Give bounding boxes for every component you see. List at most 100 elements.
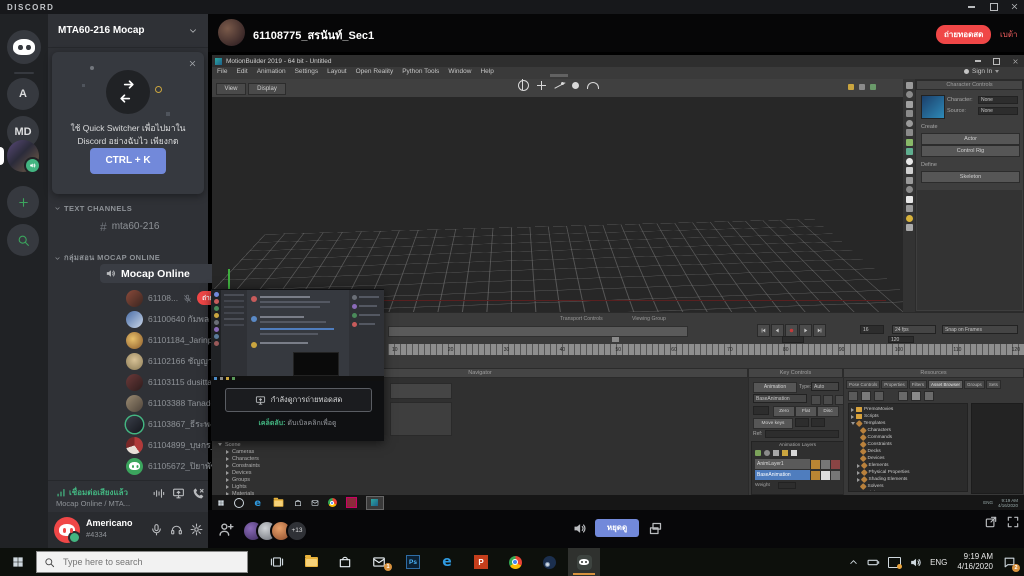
snap-dropdown[interactable]: Snap on Frames <box>942 325 1018 334</box>
home-button[interactable] <box>7 30 41 64</box>
zero-button[interactable]: Zero <box>773 406 795 417</box>
character-controls-header[interactable]: Character Controls <box>916 80 1023 90</box>
tab-pose-controls[interactable]: Pose Controls <box>846 380 880 389</box>
source-value[interactable]: None <box>978 107 1018 115</box>
mail-button[interactable]: 1 <box>364 552 394 572</box>
tab-asset-browser[interactable]: Asset Browser <box>928 380 963 389</box>
goto-start-button[interactable] <box>757 324 770 337</box>
start-button[interactable] <box>6 553 30 571</box>
language-indicator[interactable]: ENG <box>930 558 947 567</box>
range-start-field[interactable] <box>782 336 804 343</box>
add-server-button[interactable] <box>7 186 39 218</box>
voice-channel-path[interactable]: Mocap Online / MTA... <box>56 499 130 508</box>
curve-tool-icon[interactable] <box>587 82 599 89</box>
invite-to-watch-icon[interactable] <box>218 521 235 538</box>
disconnect-call-icon[interactable] <box>192 487 205 500</box>
steam-button[interactable] <box>534 552 564 572</box>
weight-field[interactable] <box>778 482 796 489</box>
taskbar-search-box[interactable] <box>36 551 248 573</box>
rotate-tool-icon[interactable] <box>518 80 529 91</box>
clock[interactable]: 9:19 AM 4/16/2020 <box>957 552 993 572</box>
stream-volume-icon[interactable] <box>572 521 587 536</box>
timeline-marker[interactable] <box>612 337 619 342</box>
line-tool-icon[interactable] <box>554 81 564 90</box>
edge-button[interactable] <box>432 552 462 572</box>
mb-maximize-button[interactable] <box>993 58 1000 65</box>
headphones-icon[interactable] <box>170 523 183 536</box>
menu-settings[interactable]: Settings <box>295 68 319 75</box>
tab-sets[interactable]: Sets <box>986 380 1001 389</box>
display-dropdown[interactable]: Display <box>248 83 286 95</box>
server-icon-active[interactable] <box>7 140 39 172</box>
window-minimize-button[interactable] <box>968 6 975 8</box>
popout-icon[interactable] <box>984 515 998 529</box>
volume-icon[interactable] <box>909 556 922 569</box>
screen-share-icon[interactable] <box>172 487 185 500</box>
key-count-field[interactable] <box>753 406 769 415</box>
mb-minimize-button[interactable] <box>975 60 981 62</box>
search-input[interactable] <box>61 556 235 568</box>
animation-button[interactable]: Animation <box>753 382 797 393</box>
layers-toolbar[interactable] <box>755 450 797 456</box>
base-animation-dropdown[interactable]: BaseAnimation <box>753 394 807 403</box>
stop-watching-button[interactable]: หยุดดู <box>595 519 639 537</box>
server-header[interactable]: MTA60-216 Mocap <box>48 14 208 48</box>
close-icon[interactable] <box>188 59 197 68</box>
goto-end-button[interactable] <box>813 324 826 337</box>
anim-layer-row[interactable]: AnimLayer1 <box>755 459 840 469</box>
menu-python-tools[interactable]: Python Tools <box>402 68 439 75</box>
menu-edit[interactable]: Edit <box>236 68 247 75</box>
settings-gear-icon[interactable] <box>190 523 203 536</box>
tab-groups[interactable]: Groups <box>964 380 985 389</box>
mb-close-button[interactable] <box>1012 58 1019 65</box>
stream-preview-overlay[interactable]: กำลังดูการถ่ายทอดสด เคล็ดลับ: ดับเบิลคลิ… <box>211 289 384 441</box>
mb-signin[interactable]: Sign In <box>964 68 999 75</box>
stream-windows-icon[interactable] <box>648 521 663 536</box>
flat-button[interactable]: Flat <box>795 406 817 417</box>
mic-icon[interactable] <box>150 523 163 536</box>
translate-tool-icon[interactable] <box>537 81 546 90</box>
view-dropdown[interactable]: View <box>216 83 246 95</box>
asset-tree[interactable]: PremoMovies Scripts Templates Characters… <box>848 403 968 492</box>
ref-field[interactable] <box>765 430 839 438</box>
chrome-button[interactable] <box>500 552 530 572</box>
tray-chevron-up-icon[interactable] <box>848 557 859 568</box>
explore-servers-button[interactable] <box>7 224 39 256</box>
transform-tools[interactable] <box>518 80 599 91</box>
move-keys-button[interactable]: Move keys <box>753 418 793 429</box>
discord-taskbar-button[interactable] <box>568 548 600 576</box>
key-nav-icons[interactable] <box>811 395 845 405</box>
base-animation-row-selected[interactable]: BaseAnimation <box>755 470 840 480</box>
menu-animation[interactable]: Animation <box>257 68 286 75</box>
user-avatar[interactable] <box>54 517 80 543</box>
action-center-button[interactable]: 2 <box>1003 556 1016 569</box>
menu-help[interactable]: Help <box>480 68 493 75</box>
window-maximize-button[interactable] <box>990 3 998 11</box>
file-explorer-button[interactable] <box>296 552 326 572</box>
disc-button[interactable]: Disc <box>817 406 839 417</box>
viewer-count-badge[interactable]: +13 <box>286 520 308 542</box>
tab-properties[interactable]: Properties <box>881 380 908 389</box>
navigator-tree[interactable]: Scene Cameras Characters Constraints Dev… <box>218 441 260 497</box>
timeline-ruler[interactable]: 1020 3040 5060 7080 90100 110120 <box>388 344 1024 355</box>
ctrl-k-shortcut-button[interactable]: CTRL + K <box>90 148 166 174</box>
control-rig-button[interactable]: Control Rig <box>921 145 1020 157</box>
task-view-button[interactable] <box>262 552 292 572</box>
actor-button[interactable]: Actor <box>921 133 1020 145</box>
server-icon-a[interactable]: A <box>7 78 39 110</box>
menu-open-reality[interactable]: Open Reality <box>356 68 394 75</box>
voice-category[interactable]: กลุ่มสอน MOCAP ONLINE <box>54 252 160 264</box>
store-button[interactable] <box>330 552 360 572</box>
point-tool-icon[interactable] <box>572 82 579 89</box>
key-opt-a[interactable] <box>795 418 809 427</box>
fullscreen-icon[interactable] <box>1006 515 1020 529</box>
powerpoint-button[interactable]: P <box>466 552 496 572</box>
menu-layout[interactable]: Layout <box>327 68 347 75</box>
key-controls-header[interactable]: Key Controls <box>748 368 843 378</box>
photoshop-button[interactable]: Ps <box>398 552 428 572</box>
streamer-avatar[interactable] <box>218 19 245 46</box>
asset-browser-toolbar[interactable] <box>848 391 934 401</box>
frame-current-field[interactable]: 16 <box>860 325 884 334</box>
mb-3d-viewport[interactable] <box>212 97 903 312</box>
window-close-button[interactable] <box>1010 2 1019 11</box>
